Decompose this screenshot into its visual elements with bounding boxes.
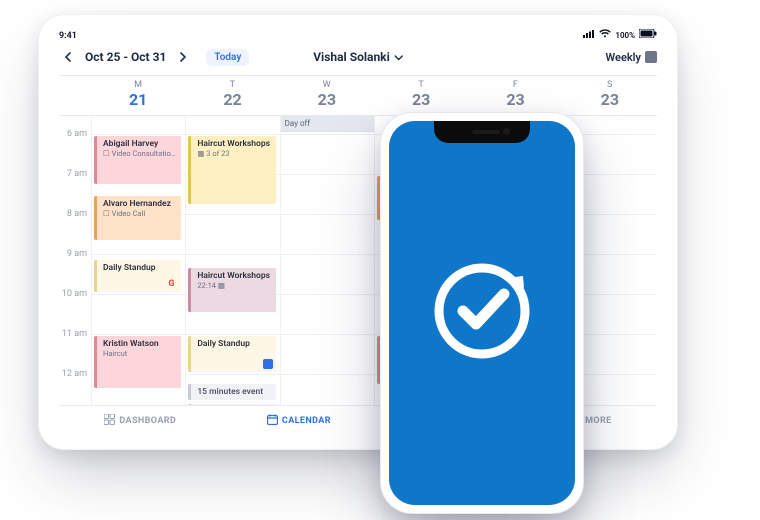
- next-week-button[interactable]: [174, 48, 192, 66]
- day-number-label: 21: [91, 90, 185, 109]
- day-column[interactable]: Abigail Harvey☐ Video Consultations Alvar…: [91, 116, 185, 405]
- app-icon: [263, 359, 273, 369]
- view-mode-selector[interactable]: Weekly: [606, 51, 657, 64]
- day-number-label: 22: [185, 90, 279, 109]
- day-header[interactable]: T23: [374, 76, 468, 115]
- day-number-label: 23: [468, 90, 562, 109]
- date-range-label: Oct 25 - Oct 31: [85, 50, 166, 64]
- day-header[interactable]: T22: [185, 76, 279, 115]
- event-subtitle: 22:14 ▦: [197, 281, 271, 290]
- phone-splash: [389, 121, 575, 505]
- time-label: 9 am: [67, 249, 87, 259]
- today-button[interactable]: Today: [206, 49, 249, 66]
- day-number-label: 23: [563, 90, 657, 109]
- grid-icon: [645, 51, 657, 63]
- dashboard-icon: [104, 414, 115, 428]
- day-number-label: 23: [280, 90, 374, 109]
- day-of-week-label: T: [185, 80, 279, 90]
- calendar-event[interactable]: Haircut Workshops22:14 ▦: [188, 268, 275, 312]
- chevron-down-icon: [394, 50, 403, 64]
- event-title: 15 minutes event: [197, 387, 271, 397]
- battery-label: 100%: [615, 31, 635, 40]
- phone-notch: [434, 121, 530, 143]
- nav-calendar[interactable]: CALENDAR: [267, 414, 331, 428]
- day-column[interactable]: Haircut Workshops▦ 3 of 23Haircut Worksh…: [185, 116, 279, 405]
- nav-calendar-label: CALENDAR: [282, 416, 331, 426]
- nav-dashboard-label: DASHBOARD: [119, 416, 176, 426]
- day-header[interactable]: S23: [563, 76, 657, 115]
- event-title: Alvaro Hernandez: [103, 199, 177, 209]
- calendar-event[interactable]: Alvaro Hernandez☐ Video Call: [94, 196, 181, 240]
- calendar-event[interactable]: Abigail Harvey☐ Video Consultations: [94, 136, 181, 184]
- event-title: Daily Standup: [197, 339, 271, 349]
- day-header[interactable]: M21: [91, 76, 185, 115]
- user-name-label: Vishal Solanki: [313, 50, 390, 64]
- app-logo-icon: [427, 256, 537, 370]
- day-header-row: M21T22W23T23F23S23: [59, 75, 657, 116]
- calendar-event[interactable]: Daily Standup G: [94, 260, 181, 292]
- time-label: 7 am: [67, 169, 87, 179]
- status-time: 9:41: [59, 31, 77, 41]
- time-label: 6 am: [67, 129, 87, 139]
- calendar-event[interactable]: Kristin WatsonHaircut: [94, 336, 181, 388]
- time-label: 8 am: [67, 209, 87, 219]
- allday-event[interactable]: Day off: [281, 116, 374, 132]
- day-of-week-label: T: [374, 80, 468, 90]
- calendar-event[interactable]: 15 minutes event: [188, 384, 275, 400]
- calendar-event[interactable]: Daily Standup: [188, 336, 275, 372]
- event-title: Kristin Watson: [103, 339, 177, 349]
- event-title: Haircut Workshops: [197, 139, 271, 149]
- day-of-week-label: W: [280, 80, 374, 90]
- day-header[interactable]: W23: [280, 76, 374, 115]
- calendar-event[interactable]: ☐ Meeting with Jo…: [188, 404, 275, 405]
- signal-icon: [583, 30, 595, 41]
- time-label: 10 am: [62, 289, 87, 299]
- status-bar: 9:41 100%: [59, 29, 657, 43]
- day-number-label: 23: [374, 90, 468, 109]
- time-label: 12 am: [62, 369, 87, 379]
- time-label: 11 am: [62, 329, 87, 339]
- event-title: Haircut Workshops: [197, 271, 271, 281]
- event-title: Daily Standup: [103, 263, 177, 273]
- battery-icon: [639, 29, 657, 41]
- day-of-week-label: M: [91, 80, 185, 90]
- event-title: Abigail Harvey: [103, 139, 177, 149]
- view-mode-label: Weekly: [606, 51, 641, 64]
- nav-more-label: MORE: [585, 416, 612, 426]
- event-subtitle: ▦ 3 of 23: [197, 149, 271, 158]
- user-selector[interactable]: Vishal Solanki: [313, 50, 403, 64]
- event-subtitle: Haircut: [103, 349, 177, 358]
- google-icon: G: [168, 279, 178, 289]
- calendar-icon: [267, 414, 278, 428]
- calendar-event[interactable]: Haircut Workshops▦ 3 of 23: [188, 136, 275, 204]
- event-subtitle: ☐ Video Call: [103, 209, 177, 218]
- event-subtitle: ☐ Video Consultations: [103, 149, 177, 158]
- wifi-icon: [599, 29, 611, 41]
- day-header[interactable]: F23: [468, 76, 562, 115]
- prev-week-button[interactable]: [59, 48, 77, 66]
- day-of-week-label: F: [468, 80, 562, 90]
- day-column[interactable]: Day off: [280, 116, 374, 405]
- day-of-week-label: S: [563, 80, 657, 90]
- phone-device: [380, 112, 584, 514]
- nav-dashboard[interactable]: DASHBOARD: [104, 414, 176, 428]
